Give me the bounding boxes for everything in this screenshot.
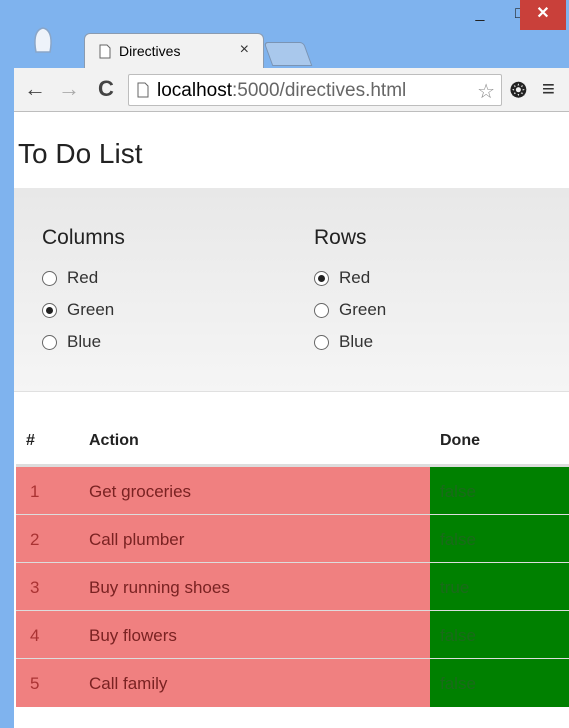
option-label: Blue [339, 332, 374, 351]
row-action: Buy flowers [89, 626, 177, 645]
title-bar: Directives × _ □ ✕ [0, 0, 569, 69]
url-text[interactable]: localhost:5000/directives.html [157, 80, 406, 102]
row-done: false [440, 482, 476, 501]
page-header: To Do List [14, 112, 569, 188]
bookmark-star-icon[interactable]: ☆ [477, 79, 495, 104]
columns-option-blue[interactable]: Blue [42, 326, 125, 358]
back-arrow-icon[interactable]: ← [24, 76, 46, 102]
header-number: # [26, 432, 35, 449]
browser-window: Directives × _ □ ✕ ← → C localhost:5000/… [0, 0, 569, 728]
url-host: localhost [157, 80, 232, 101]
columns-option-green[interactable]: Green [42, 294, 125, 326]
columns-title: Columns [42, 226, 125, 249]
extension-icon[interactable]: ❂ [510, 78, 527, 103]
row-number: 5 [30, 674, 40, 693]
row-number: 1 [30, 482, 40, 501]
minimize-button[interactable]: _ [460, 0, 500, 30]
rows-option-green[interactable]: Green [314, 294, 386, 326]
radio-button[interactable] [314, 270, 329, 286]
row-action: Get groceries [89, 482, 192, 501]
option-label: Blue [67, 332, 102, 351]
table-row: 2 Call plumber false [16, 514, 569, 563]
header-action: Action [89, 432, 139, 449]
radio-button[interactable] [42, 270, 57, 286]
menu-icon[interactable]: ≡ [542, 76, 555, 102]
table-row: 3 Buy running shoes true [16, 562, 569, 611]
row-action: Buy running shoes [89, 578, 230, 597]
row-number: 2 [30, 530, 40, 549]
row-done: true [440, 578, 470, 597]
table-row: 1 Get groceries false [16, 466, 569, 515]
option-label: Green [67, 300, 115, 319]
address-bar[interactable]: localhost:5000/directives.html ☆ [128, 74, 502, 106]
page-icon [137, 82, 149, 98]
todo-table: # Action Done 1 Get groceries false 2 Ca… [16, 418, 569, 707]
options-panel: Columns Red Green Blue Rows Red Green Bl… [14, 188, 569, 392]
table-row: 4 Buy flowers false [16, 610, 569, 659]
header-done: Done [440, 432, 480, 449]
option-label: Red [67, 268, 99, 287]
reload-icon[interactable]: C [98, 76, 114, 102]
row-action: Call family [89, 674, 168, 693]
tab-directives[interactable]: Directives × [84, 33, 264, 69]
new-tab-button[interactable] [263, 42, 313, 66]
row-cell [16, 611, 430, 659]
table-row: 5 Call family false [16, 658, 569, 707]
tab-close-icon[interactable]: × [240, 41, 249, 59]
profile-icon[interactable] [28, 24, 58, 54]
row-done: false [440, 674, 476, 693]
row-cell [16, 467, 430, 515]
radio-button[interactable] [314, 302, 329, 318]
rows-group: Rows Red Green Blue [314, 226, 386, 358]
row-cell [16, 659, 430, 707]
tab-title: Directives [119, 43, 181, 59]
row-action: Call plumber [89, 530, 185, 549]
radio-button[interactable] [42, 302, 57, 318]
row-cell [16, 515, 430, 563]
page-icon [99, 44, 111, 59]
columns-group: Columns Red Green Blue [42, 226, 125, 358]
row-number: 3 [30, 578, 40, 597]
row-number: 4 [30, 626, 40, 645]
option-label: Green [339, 300, 387, 319]
close-window-button[interactable]: ✕ [520, 0, 566, 30]
columns-option-red[interactable]: Red [42, 262, 125, 294]
row-done: false [440, 626, 476, 645]
radio-button[interactable] [314, 334, 329, 350]
rows-title: Rows [314, 226, 367, 249]
radio-button[interactable] [42, 334, 57, 350]
browser-toolbar: ← → C localhost:5000/directives.html ☆ ❂… [14, 68, 569, 112]
url-path: :5000/directives.html [232, 80, 407, 101]
rows-option-red[interactable]: Red [314, 262, 386, 294]
table-header: # Action Done [16, 418, 569, 466]
row-done: false [440, 530, 476, 549]
forward-arrow-icon[interactable]: → [58, 76, 80, 102]
page-viewport: To Do List Columns Red Green Blue Rows R… [14, 112, 569, 728]
rows-option-blue[interactable]: Blue [314, 326, 386, 358]
page-title: To Do List [18, 138, 143, 169]
option-label: Red [339, 268, 371, 287]
